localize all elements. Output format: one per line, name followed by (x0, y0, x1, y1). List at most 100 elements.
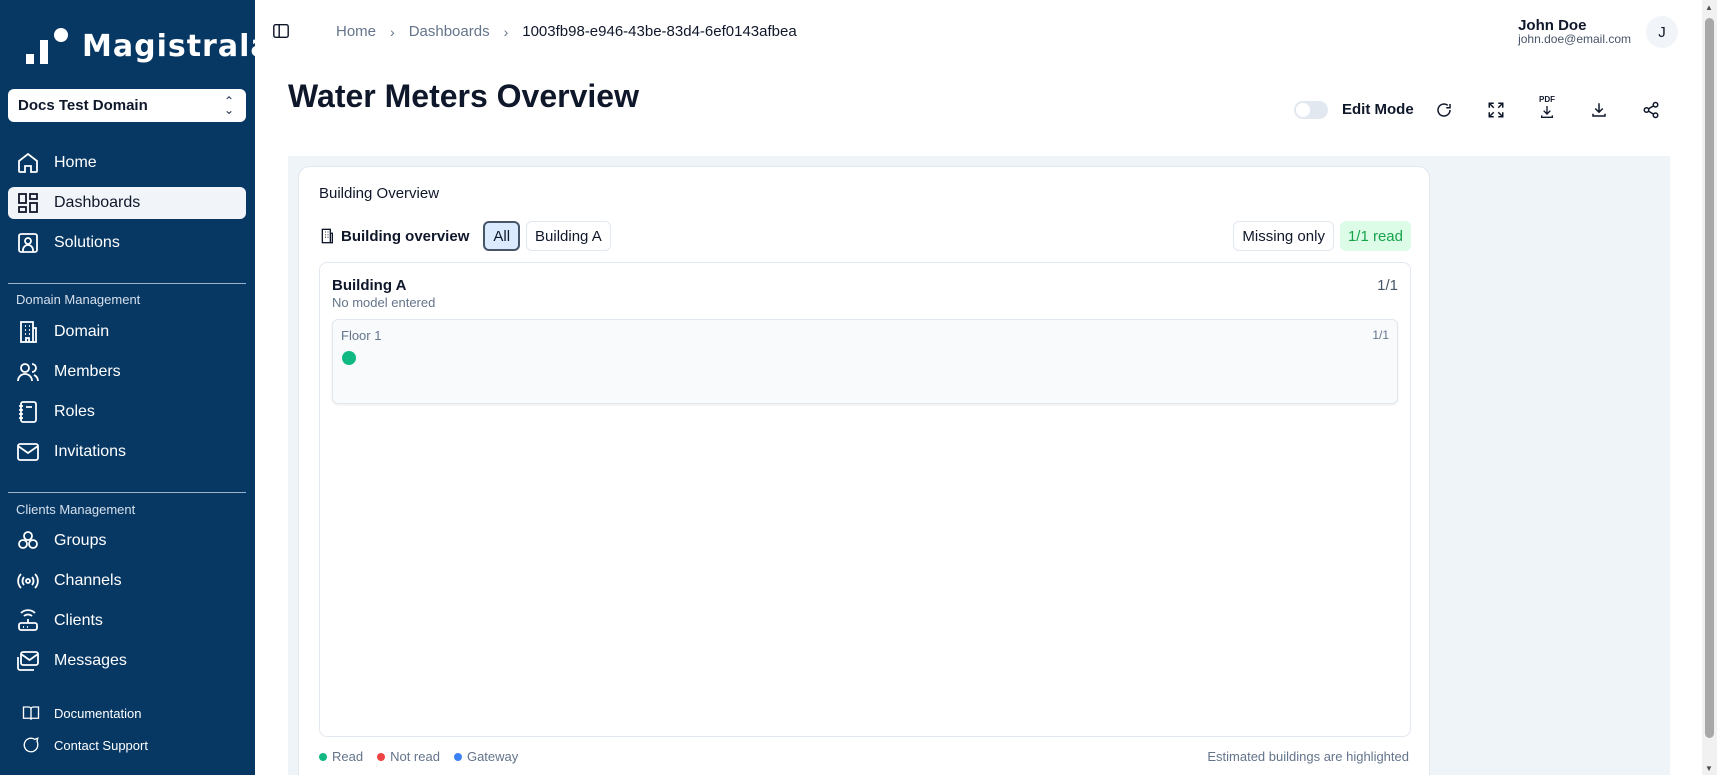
building-card: Building A No model entered 1/1 Floor 1 … (319, 262, 1411, 737)
chevron-right-icon: › (390, 23, 395, 40)
dashboard-canvas: Building Overview Building overview All … (288, 156, 1670, 775)
missing-only-button[interactable]: Missing only (1233, 221, 1334, 251)
sidebar-item-channels[interactable]: Channels (8, 565, 246, 597)
edit-mode-toggle[interactable] (1294, 101, 1328, 119)
legend-note: Estimated buildings are highlighted (1207, 749, 1409, 764)
blue-dot-icon (453, 752, 462, 761)
chat-icon (23, 737, 39, 753)
read-status-badge: 1/1 read (1339, 221, 1411, 251)
floor-count: 1/1 (1372, 328, 1389, 342)
sidebar-item-members[interactable]: Members (8, 356, 246, 388)
legend-label: Gateway (466, 749, 519, 764)
sidebar-item-documentation[interactable]: Documentation (8, 699, 246, 727)
legend-item-read: Read (319, 749, 363, 764)
user-info: John Doe john.doe@email.com (1518, 17, 1631, 46)
sidebar-item-label: Channels (54, 572, 122, 589)
edit-mode-label: Edit Mode (1342, 101, 1414, 118)
sidebar-item-domain[interactable]: Domain (8, 316, 246, 348)
dashboard-icon (18, 193, 38, 213)
sidebar-item-messages[interactable]: Messages (8, 645, 246, 677)
sidebar-divider (8, 283, 246, 284)
chevrons-up-down-icon: ⌃ ⌄ (223, 94, 234, 117)
toolbar-label: Building overview (341, 227, 470, 245)
sidebar-item-label: Home (54, 154, 97, 171)
building-overview-widget: Building Overview Building overview All … (298, 166, 1430, 775)
section-title-domain-management: Domain Management (16, 292, 141, 307)
section-title-clients-management: Clients Management (16, 502, 136, 517)
app-name: Magistrala (82, 28, 272, 64)
sidebar-item-label: Members (54, 363, 121, 380)
share-icon (1643, 101, 1659, 119)
legend-label: Not read (390, 749, 440, 764)
book-icon (22, 706, 40, 720)
solutions-icon (18, 233, 38, 253)
sidebar-item-label: Messages (54, 652, 127, 669)
green-dot-icon (319, 752, 327, 761)
breadcrumb-home[interactable]: Home (336, 23, 376, 40)
breadcrumb-dashboards[interactable]: Dashboards (409, 23, 490, 40)
sidebar-item-contact-support[interactable]: Contact Support (8, 731, 246, 759)
refresh-button[interactable] (1432, 98, 1456, 122)
avatar[interactable]: J (1646, 16, 1678, 48)
sidebar-item-home[interactable]: Home (8, 147, 246, 179)
sidebar-item-label: Dashboards (54, 194, 141, 211)
page-title: Water Meters Overview (288, 78, 639, 114)
export-pdf-button[interactable]: PDF (1535, 96, 1559, 120)
sidebar-item-label: Solutions (54, 234, 120, 251)
breadcrumb-current: 1003fb98-e946-43be-83d4-6ef0143afbea (522, 23, 797, 40)
scroll-up-icon[interactable]: ▲ (1705, 3, 1713, 12)
legend-item-not-read: Not read (377, 749, 440, 764)
building-subtitle: No model entered (332, 295, 436, 310)
sidebar-item-label: Groups (54, 532, 107, 549)
sidebar-item-roles[interactable]: Roles (8, 396, 246, 428)
refresh-icon (1437, 103, 1451, 117)
sidebar-item-solutions[interactable]: Solutions (8, 227, 246, 259)
floor-card: Floor 1 1/1 (332, 319, 1398, 404)
sidebar-item-clients[interactable]: Clients (8, 605, 246, 637)
legend: Read Not read Gateway (319, 749, 518, 764)
scrollbar-thumb[interactable] (1705, 18, 1714, 738)
radio-icon (17, 573, 39, 589)
toggle-sidebar-button[interactable] (272, 22, 292, 42)
building-name: Building A (332, 277, 407, 294)
sidebar-item-label: Domain (54, 323, 110, 340)
building-icon (20, 321, 37, 343)
sidebar-item-label: Contact Support (54, 737, 148, 753)
filter-all-button[interactable]: All (483, 221, 521, 251)
filter-building-a-button[interactable]: Building A (526, 221, 611, 251)
sidebar-item-groups[interactable]: Groups (8, 525, 246, 557)
floor-name: Floor 1 (341, 328, 382, 343)
scroll-down-icon[interactable]: ▼ (1705, 764, 1713, 773)
download-button[interactable] (1587, 98, 1611, 122)
domain-select[interactable]: Docs Test Domain ⌃ ⌄ (8, 89, 246, 122)
user-email: john.doe@email.com (1518, 32, 1631, 46)
red-dot-icon (377, 752, 386, 761)
sidebar-divider (8, 492, 246, 493)
mail-icon (17, 443, 39, 461)
widget-title: Building Overview (319, 185, 440, 202)
download-icon (1592, 103, 1606, 117)
building-icon (321, 228, 333, 244)
sidebar-toggle-icon (273, 23, 289, 39)
magistrala-logo-icon (26, 28, 72, 64)
sidebar-item-dashboards[interactable]: Dashboards (8, 187, 246, 219)
legend-item-gateway: Gateway (453, 749, 519, 764)
app-logo[interactable]: Magistrala (26, 28, 272, 64)
users-icon (17, 363, 39, 382)
page-scrollbar[interactable]: ▲ ▼ (1702, 0, 1717, 775)
fullscreen-button[interactable] (1484, 98, 1508, 122)
building-count: 1/1 (1377, 277, 1398, 294)
breadcrumb: Home › Dashboards › 1003fb98-e946-43be-8… (336, 23, 797, 40)
sidebar-item-label: Roles (54, 403, 95, 420)
legend-label: Read (332, 749, 364, 764)
sidebar-item-label: Invitations (54, 443, 127, 460)
chevron-right-icon: › (503, 23, 509, 40)
widget-toolbar: Building overview All Building A Missing… (319, 221, 1411, 251)
domain-select-value: Docs Test Domain (18, 97, 148, 114)
sidebar-item-label: Documentation (54, 705, 142, 721)
messages-icon (17, 651, 39, 671)
meter-status-dot[interactable] (342, 351, 356, 365)
sidebar-item-invitations[interactable]: Invitations (8, 436, 246, 468)
file-download-icon (1541, 106, 1553, 118)
share-button[interactable] (1639, 98, 1663, 122)
